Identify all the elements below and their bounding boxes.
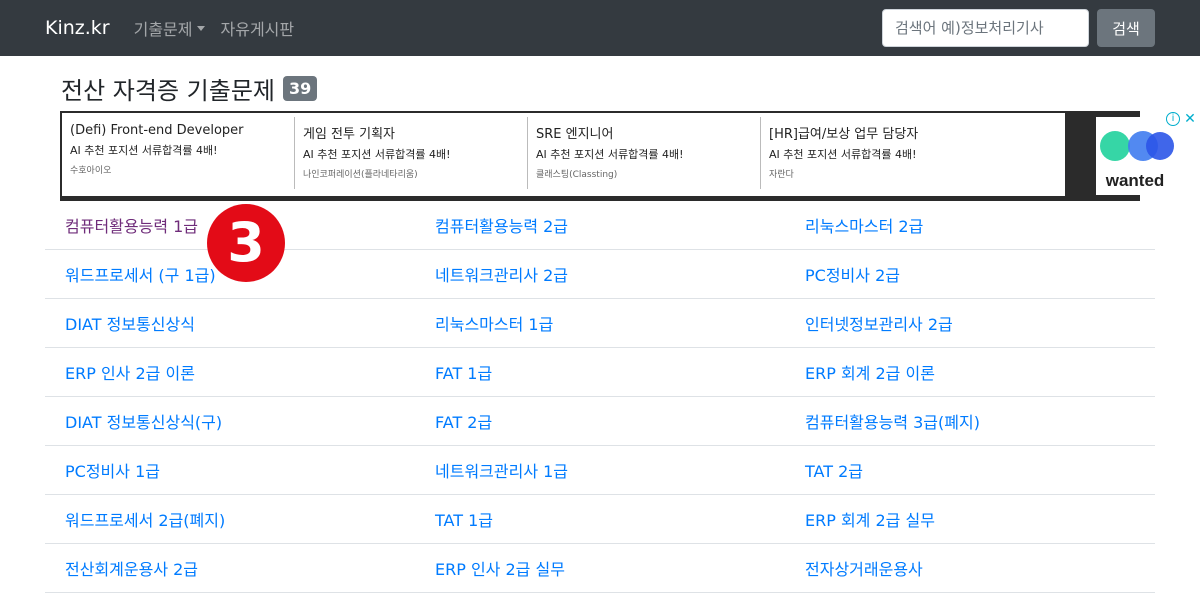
exam-link[interactable]: 전산회계운용사 2급 [45,556,415,580]
table-row: DIAT 정보통신상식 리눅스마스터 1급 인터넷정보관리사 2급 [45,299,1155,348]
wanted-logo[interactable]: wanted [1096,117,1174,195]
exam-link[interactable]: 리눅스마스터 1급 [415,311,785,335]
info-icon[interactable]: i [1166,112,1180,126]
table-row: 전산회계운용사 2급 ERP 인사 2급 실무 전자상거래운용사 [45,544,1155,593]
exam-link[interactable]: ERP 회계 2급 이론 [785,360,1155,384]
exam-link[interactable]: ERP 인사 2급 실무 [415,556,785,580]
brand-logo[interactable]: Kinz.kr [45,17,110,39]
exam-link[interactable]: 전자상거래운용사 [785,556,1155,580]
exam-link[interactable]: 컴퓨터활용능력 3급(폐지) [785,409,1155,433]
exam-link[interactable]: DIAT 정보통신상식(구) [45,409,415,433]
table-row: DIAT 정보통신상식(구) FAT 2급 컴퓨터활용능력 3급(폐지) [45,397,1155,446]
table-row: 워드프로세서 2급(폐지) TAT 1급 ERP 회계 2급 실무 [45,495,1155,544]
exam-link[interactable]: 네트워크관리사 1급 [415,458,785,482]
exam-link[interactable]: FAT 2급 [415,409,785,433]
ad-item-desc: AI 추천 포지션 서류합격률 4배! [303,148,451,161]
exam-link[interactable]: 리눅스마스터 2급 [785,213,1155,237]
table-row: ERP 인사 2급 이론 FAT 1급 ERP 회계 2급 이론 [45,348,1155,397]
page-title: 전산 자격증 기출문제 39 [61,71,318,106]
ad-item[interactable]: (Defi) Front-end Developer AI 추천 포지션 서류합… [62,117,295,189]
exam-link[interactable]: PC정비사 2급 [785,262,1155,286]
exam-link[interactable]: DIAT 정보통신상식 [45,311,415,335]
exam-link[interactable]: TAT 2급 [785,458,1155,482]
exam-link[interactable]: TAT 1급 [415,507,785,531]
exam-link[interactable]: FAT 1급 [415,360,785,384]
ad-item[interactable]: 게임 전투 기획자 AI 추천 포지션 서류합격률 4배! 나인코퍼레이션(플라… [295,117,528,189]
nav-exam-label: 기출문제 [133,20,193,39]
table-row: PC정비사 1급 네트워크관리사 1급 TAT 2급 [45,446,1155,495]
job-ad-banner[interactable]: (Defi) Front-end Developer AI 추천 포지션 서류합… [60,111,1198,201]
exam-link[interactable]: ERP 인사 2급 이론 [45,360,415,384]
ad-item-company: 자란다 [769,170,794,180]
exam-link[interactable]: ERP 회계 2급 실무 [785,507,1155,531]
ad-item-desc: AI 추천 포지션 서류합격률 4배! [536,148,684,161]
ad-item-title: SRE 엔지니어 [536,127,614,142]
exam-link[interactable]: 인터넷정보관리사 2급 [785,311,1155,335]
exam-link[interactable]: 컴퓨터활용능력 2급 [415,213,785,237]
step-marker: 3 [207,204,285,282]
exam-link[interactable]: 워드프로세서 2급(폐지) [45,507,415,531]
wanted-logo-text: wanted [1105,171,1165,190]
ad-listings: (Defi) Front-end Developer AI 추천 포지션 서류합… [62,113,1065,196]
nav-free-board[interactable]: 자유게시판 [221,16,295,40]
exam-link[interactable]: PC정비사 1급 [45,458,415,482]
search-input[interactable] [882,9,1089,47]
page-title-text: 전산 자격증 기출문제 [61,77,275,105]
ad-item-company: 클래스팅(Classting) [536,170,618,180]
count-badge: 39 [282,76,318,101]
search-button[interactable]: 검색 [1097,9,1155,47]
ad-item-desc: AI 추천 포지션 서류합격률 4배! [70,144,218,157]
ad-item-desc: AI 추천 포지션 서류합격률 4배! [769,148,917,161]
exam-link[interactable]: 네트워크관리사 2급 [415,262,785,286]
top-navbar: Kinz.kr 기출문제 자유게시판 검색 [0,0,1200,56]
ad-item[interactable]: SRE 엔지니어 AI 추천 포지션 서류합격률 4배! 클래스팅(Classt… [528,117,761,189]
ad-item-company: 나인코퍼레이션(플라네타리움) [303,170,418,180]
ad-item-company: 수호아이오 [70,166,112,176]
ad-item[interactable]: [HR]급여/보상 업무 담당자 AI 추천 포지션 서류합격률 4배! 자란다 [761,117,994,189]
ad-item-title: 게임 전투 기획자 [303,127,395,142]
nav-exam-dropdown[interactable]: 기출문제 [134,16,205,40]
caret-down-icon [196,25,205,31]
wanted-circles-icon [1100,131,1174,161]
close-icon[interactable]: ✕ [1182,111,1198,127]
ad-item-title: [HR]급여/보상 업무 담당자 [769,127,919,142]
ad-item-title: (Defi) Front-end Developer [70,123,244,138]
